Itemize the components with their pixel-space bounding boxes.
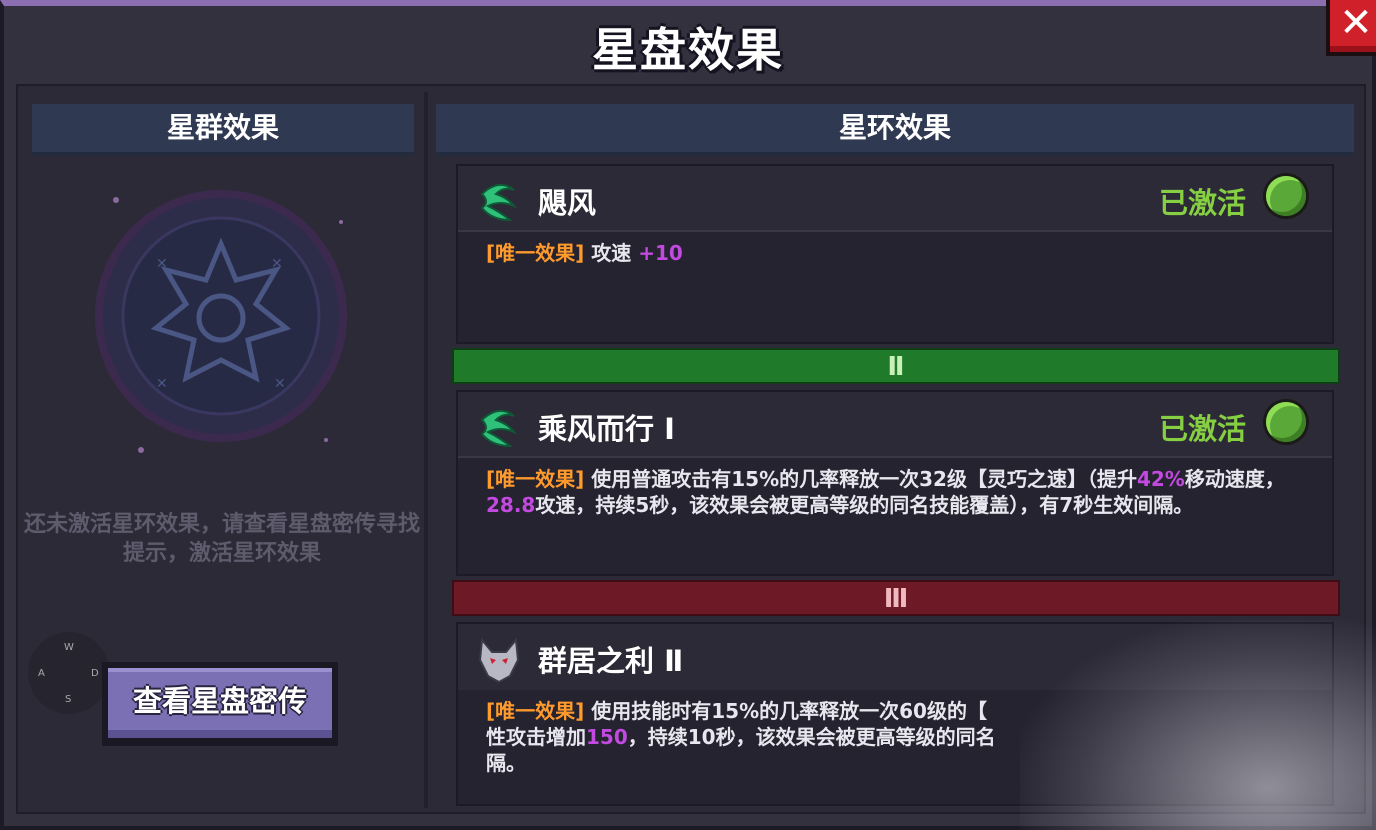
w-key-label: W [64, 642, 74, 653]
constellation-effect-header: 星群效果 [32, 104, 414, 156]
svg-text:✕: ✕ [156, 376, 168, 392]
desc-text: 攻速，持续5秒，该效果会被更高等级的同名技能覆盖），有7秒生效间隔。 [535, 493, 1194, 517]
effect-card-ride-the-wind: 乘风而行 Ⅰ 已激活 [唯一效果] 使用普通攻击有15%的几率释放一次32级【灵… [456, 390, 1334, 576]
activated-status: 已激活 [1158, 412, 1246, 446]
effect-description: [唯一效果] 使用普通攻击有15%的几率释放一次32级【灵巧之速】（提升42%移… [486, 466, 1316, 518]
unique-effect-tag: [唯一效果] [486, 467, 585, 491]
desc-number: 150 [586, 725, 628, 749]
effect-description: [唯一效果] 攻速 +10 [486, 240, 1316, 266]
effect-header: 乘风而行 Ⅰ 已激活 [458, 392, 1332, 458]
desc-text: 隔。 [486, 751, 526, 775]
activated-indicator-icon [1266, 402, 1306, 442]
desc-number: 42% [1136, 467, 1185, 491]
wasd-joystick[interactable]: W A D S [28, 632, 110, 714]
effect-name: 乘风而行 Ⅰ [538, 412, 675, 446]
desc-number: 28.8 [486, 493, 536, 517]
desc-text: 攻速 [584, 241, 639, 265]
desc-text: 移动速度， [1184, 467, 1285, 491]
activated-status: 已激活 [1158, 186, 1246, 220]
effect-header: 群居之利 Ⅱ [458, 624, 1332, 690]
desc-text: 使用普通攻击有15%的几率释放一次32级【灵巧之速】（提升 [584, 467, 1137, 491]
view-button-label: 查看星盘密传 [108, 668, 332, 738]
no-effect-hint: 还未激活星环效果，请查看星盘密传寻找提示，激活星环效果 [24, 512, 421, 566]
desc-text: 使用技能时有15%的几率释放一次60级的【 [584, 699, 987, 723]
panel-divider [424, 92, 428, 808]
close-button[interactable]: ✕ [1326, 0, 1376, 56]
effect-card-hurricane: 飓风 已激活 [唯一效果] 攻速 +10 [456, 164, 1334, 344]
unique-effect-tag: [唯一效果] [486, 699, 585, 723]
unique-effect-tag: [唯一效果] [486, 241, 585, 265]
effect-name: 群居之利 Ⅱ [538, 644, 684, 678]
green-wind-icon [480, 183, 518, 222]
effect-card-pack-advantage: 群居之利 Ⅱ [唯一效果] 使用技能时有15%的几率释放一次60级的【 性攻击增加… [456, 622, 1334, 806]
svg-text:✕: ✕ [274, 376, 286, 392]
effect-description: [唯一效果] 使用技能时有15%的几率释放一次60级的【 性攻击增加150，持续1… [486, 698, 1316, 776]
star-ring-effect-header: 星环效果 [436, 104, 1354, 156]
star-disc-icon: ✕ ✕ ✕ ✕ [95, 190, 347, 453]
effect-name: 飓风 [538, 186, 597, 220]
svg-text:✕: ✕ [271, 256, 283, 272]
green-wind-icon [480, 409, 518, 448]
tier-2-divider: Ⅱ [452, 348, 1340, 384]
effect-header: 飓风 已激活 [458, 166, 1332, 232]
activated-indicator-icon [1266, 176, 1306, 216]
tier-3-divider: Ⅲ [452, 580, 1340, 616]
window-title: 星盘效果 [592, 23, 784, 77]
desc-text: 性攻击增加 [486, 725, 586, 749]
view-star-chart-secrets-button[interactable]: 查看星盘密传 [102, 662, 338, 746]
wolf-head-icon [478, 637, 520, 684]
desc-number: +10 [638, 241, 683, 265]
s-key-label: S [65, 694, 72, 705]
d-key-label: D [91, 668, 99, 679]
desc-text: ，持续10秒，该效果会被更高等级的同名 [627, 725, 996, 749]
svg-text:✕: ✕ [156, 256, 168, 272]
a-key-label: A [38, 668, 45, 679]
